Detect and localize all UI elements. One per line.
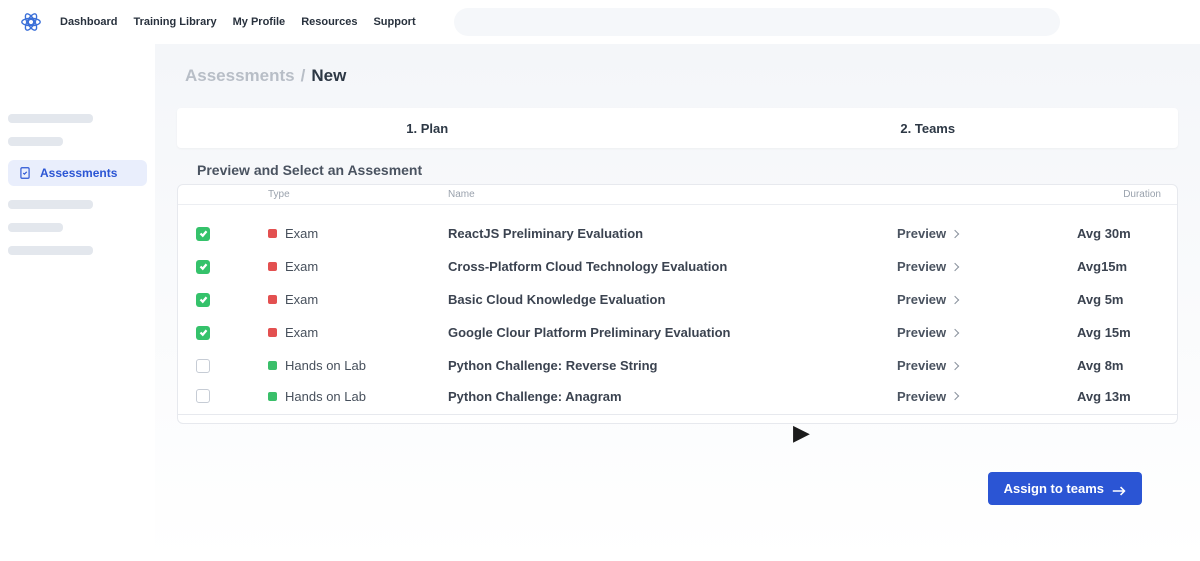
sidebar-placeholder bbox=[8, 246, 93, 255]
lab-badge-icon bbox=[268, 361, 277, 370]
preview-link[interactable]: Preview bbox=[897, 259, 958, 274]
chevron-right-icon bbox=[951, 229, 959, 237]
th-type: Type bbox=[248, 189, 448, 200]
main-content: Assessments / New 1. Plan 2. Teams Previ… bbox=[155, 44, 1200, 561]
breadcrumb-parent[interactable]: Assessments bbox=[185, 66, 295, 86]
preview-link-label: Preview bbox=[897, 358, 946, 373]
sidebar-item-label: Assessments bbox=[40, 166, 117, 180]
row-type: Hands on Lab bbox=[285, 389, 366, 404]
row-duration: Avg15m bbox=[1077, 259, 1127, 274]
row-checkbox[interactable] bbox=[196, 260, 210, 274]
row-checkbox[interactable] bbox=[196, 293, 210, 307]
lab-badge-icon bbox=[268, 392, 277, 401]
chevron-right-icon bbox=[951, 295, 959, 303]
clipboard-check-icon bbox=[18, 166, 32, 180]
assign-button-label: Assign to teams bbox=[1004, 481, 1104, 496]
row-checkbox[interactable] bbox=[196, 227, 210, 241]
table-row: Exam Basic Cloud Knowledge Evaluation Prev… bbox=[178, 283, 1177, 316]
row-type: Exam bbox=[285, 292, 318, 307]
row-duration: Avg 15m bbox=[1077, 325, 1131, 340]
preview-link[interactable]: Preview bbox=[897, 325, 958, 340]
row-name: Basic Cloud Knowledge Evaluation bbox=[448, 292, 665, 307]
chevron-right-icon bbox=[951, 392, 959, 400]
exam-badge-icon bbox=[268, 295, 277, 304]
preview-link[interactable]: Preview bbox=[897, 358, 958, 373]
nav-training-library[interactable]: Training Library bbox=[133, 16, 216, 28]
row-duration: Avg 13m bbox=[1077, 389, 1131, 404]
preview-link-label: Preview bbox=[897, 292, 946, 307]
row-duration: Avg 5m bbox=[1077, 292, 1123, 307]
step-teams[interactable]: 2. Teams bbox=[678, 108, 1179, 148]
th-name: Name bbox=[448, 189, 897, 200]
row-name: ReactJS Preliminary Evaluation bbox=[448, 226, 643, 241]
footer-actions: Assign to teams bbox=[173, 450, 1182, 505]
search-container bbox=[454, 8, 1060, 36]
table-row: Hands on Lab Python Challenge: Anagram Pre… bbox=[178, 382, 1177, 415]
sidebar: Assessments bbox=[0, 44, 155, 561]
top-bar: Dashboard Training Library My Profile Re… bbox=[0, 0, 1200, 44]
app-shell: Assessments Assessments / New 1. Plan 2.… bbox=[0, 44, 1200, 561]
assign-to-teams-button[interactable]: Assign to teams bbox=[988, 472, 1142, 505]
nav-resources[interactable]: Resources bbox=[301, 16, 357, 28]
exam-badge-icon bbox=[268, 229, 277, 238]
row-name: Cross-Platform Cloud Technology Evaluati… bbox=[448, 259, 727, 274]
chevron-right-icon bbox=[951, 328, 959, 336]
table-row: Exam Cross-Platform Cloud Technology Eval… bbox=[178, 250, 1177, 283]
sidebar-placeholder bbox=[8, 114, 93, 123]
panel-title: Preview and Select an Assesment bbox=[197, 162, 1182, 178]
row-type: Exam bbox=[285, 325, 318, 340]
nav-my-profile[interactable]: My Profile bbox=[233, 16, 286, 28]
preview-link-label: Preview bbox=[897, 259, 946, 274]
breadcrumb-current: New bbox=[311, 66, 346, 86]
nav-support[interactable]: Support bbox=[373, 16, 415, 28]
assessments-panel: Type Name Duration Exam ReactJS Prelimina… bbox=[177, 184, 1178, 424]
row-name: Google Clour Platform Preliminary Evalua… bbox=[448, 325, 730, 340]
row-type: Exam bbox=[285, 259, 318, 274]
table-row: Hands on Lab Python Challenge: Reverse St… bbox=[178, 349, 1177, 382]
row-duration: Avg 8m bbox=[1077, 358, 1123, 373]
sidebar-placeholder bbox=[8, 200, 93, 209]
table-row: Exam Google Clour Platform Preliminary Ev… bbox=[178, 316, 1177, 349]
preview-link-label: Preview bbox=[897, 226, 946, 241]
table-row: Exam ReactJS Preliminary Evaluation Previe… bbox=[178, 217, 1177, 250]
app-logo-icon bbox=[20, 11, 42, 33]
row-checkbox[interactable] bbox=[196, 389, 210, 403]
breadcrumb-separator: / bbox=[301, 66, 306, 86]
th-duration: Duration bbox=[1077, 189, 1177, 200]
table-body: Exam ReactJS Preliminary Evaluation Previe… bbox=[178, 205, 1177, 423]
table-header: Type Name Duration bbox=[178, 185, 1177, 205]
top-nav: Dashboard Training Library My Profile Re… bbox=[60, 16, 416, 28]
row-type: Hands on Lab bbox=[285, 358, 366, 373]
preview-link[interactable]: Preview bbox=[897, 292, 958, 307]
row-type: Exam bbox=[285, 226, 318, 241]
preview-link-label: Preview bbox=[897, 325, 946, 340]
chevron-right-icon bbox=[951, 262, 959, 270]
exam-badge-icon bbox=[268, 262, 277, 271]
chevron-right-icon bbox=[951, 361, 959, 369]
preview-link-label: Preview bbox=[897, 389, 946, 404]
sidebar-placeholder bbox=[8, 223, 63, 232]
row-name: Python Challenge: Reverse String bbox=[448, 358, 658, 373]
wizard-steps: 1. Plan 2. Teams bbox=[177, 108, 1178, 148]
sidebar-item-assessments[interactable]: Assessments bbox=[8, 160, 147, 186]
exam-badge-icon bbox=[268, 328, 277, 337]
sidebar-placeholder bbox=[8, 137, 63, 146]
nav-dashboard[interactable]: Dashboard bbox=[60, 16, 117, 28]
preview-link[interactable]: Preview bbox=[897, 226, 958, 241]
row-checkbox[interactable] bbox=[196, 359, 210, 373]
row-checkbox[interactable] bbox=[196, 326, 210, 340]
search-input[interactable] bbox=[454, 8, 1060, 36]
row-name: Python Challenge: Anagram bbox=[448, 389, 622, 404]
arrow-right-icon bbox=[1112, 484, 1126, 494]
preview-link[interactable]: Preview bbox=[897, 389, 958, 404]
breadcrumb: Assessments / New bbox=[185, 66, 1182, 86]
step-plan[interactable]: 1. Plan bbox=[177, 108, 678, 148]
row-duration: Avg 30m bbox=[1077, 226, 1131, 241]
